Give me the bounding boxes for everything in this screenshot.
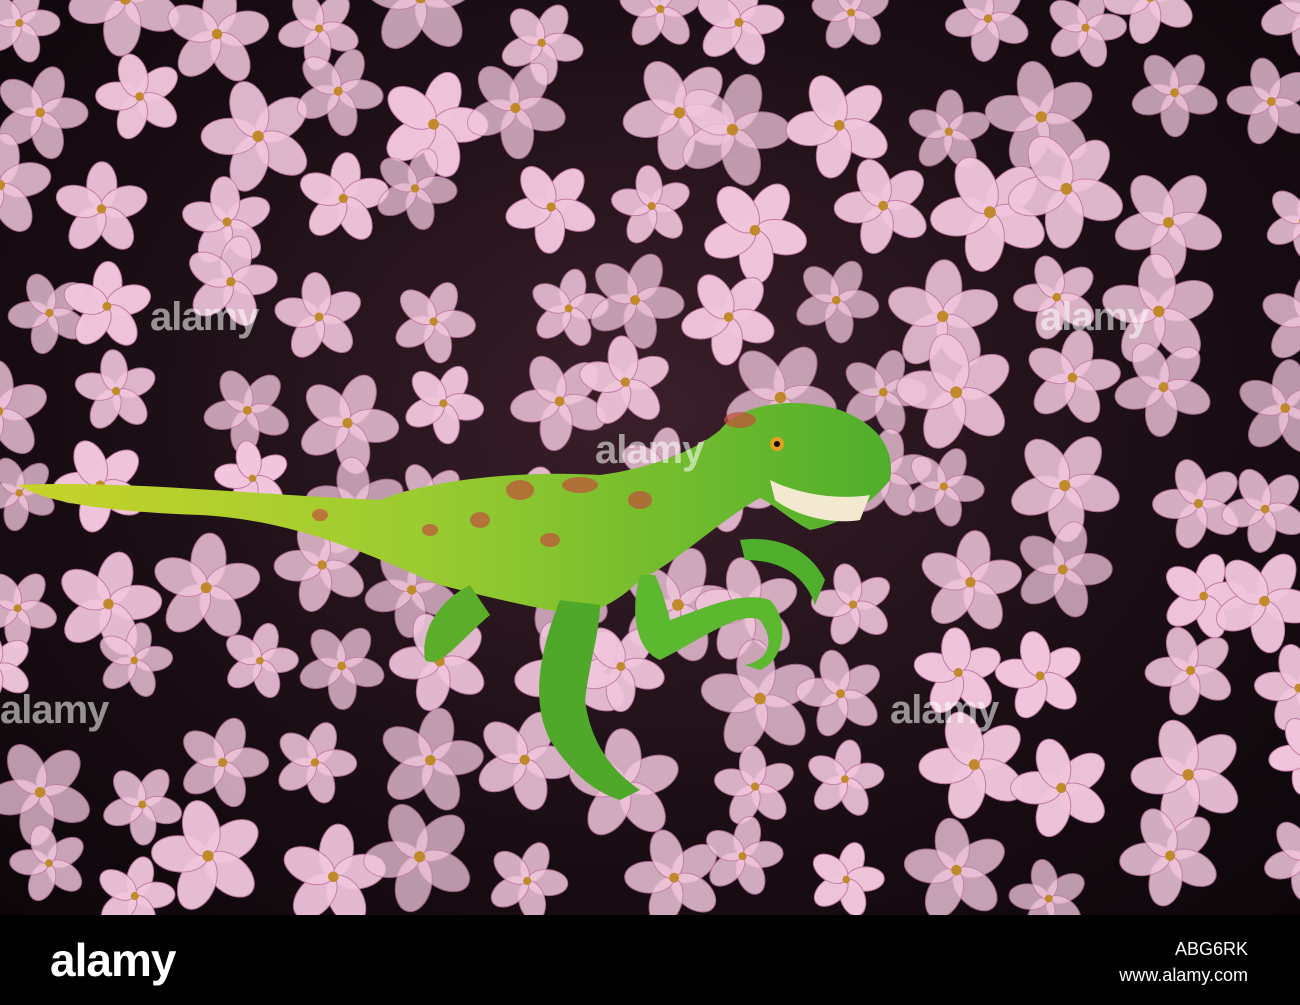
stock-photo: alamy alamy alamy alamy alamy <box>0 0 1300 915</box>
watermark: alamy <box>1040 295 1149 339</box>
site-url[interactable]: www.alamy.com <box>1119 965 1248 986</box>
watermark: alamy <box>0 688 109 732</box>
footer-bar: alamy ABG6RK www.alamy.com <box>0 915 1300 1005</box>
image-id: ABG6RK <box>1174 939 1248 959</box>
alamy-logo[interactable]: alamy <box>50 933 176 987</box>
watermark: alamy <box>890 688 999 732</box>
watermark: alamy <box>595 428 704 472</box>
watermark: alamy <box>150 295 259 339</box>
